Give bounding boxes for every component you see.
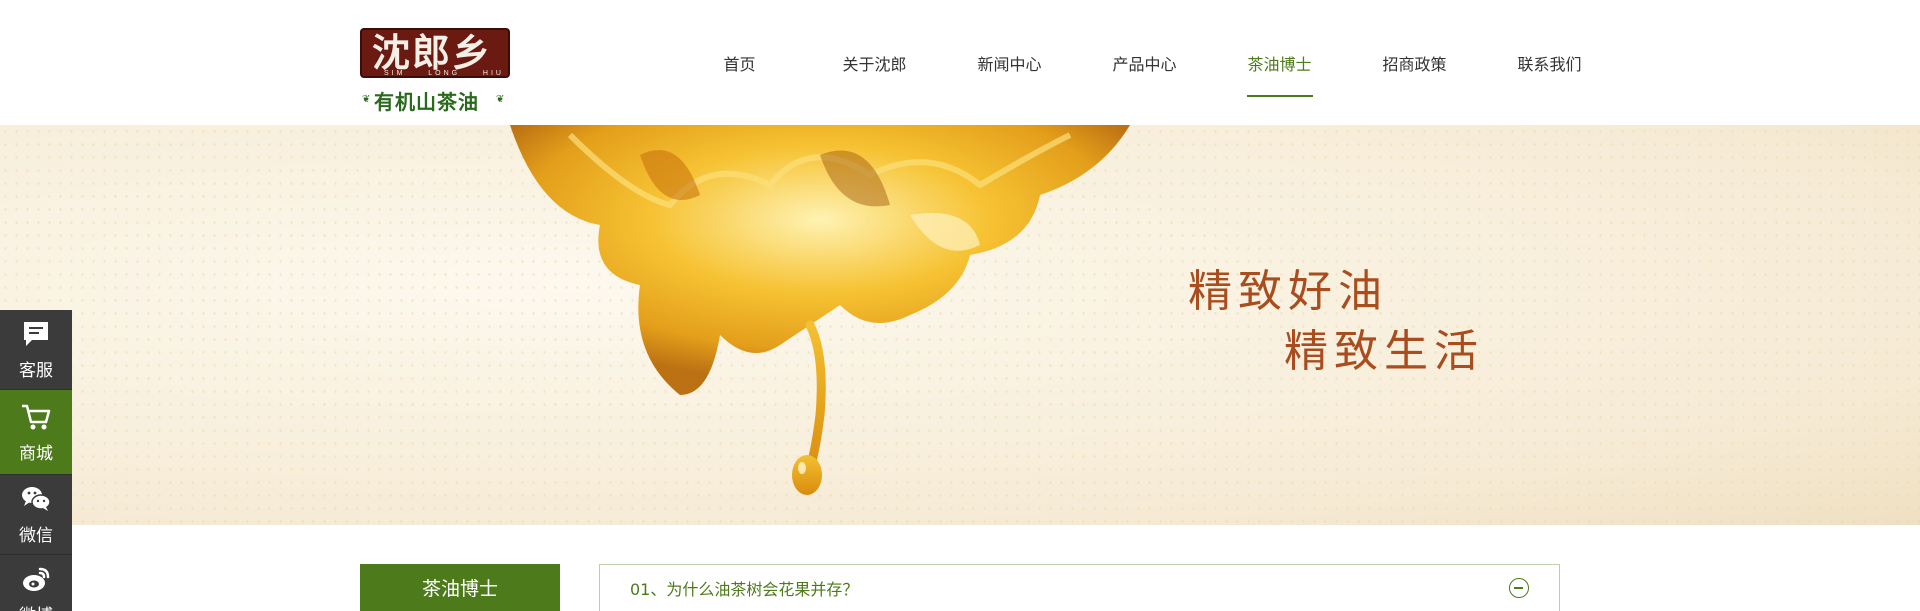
faq-question-text: 01、为什么油茶树会花果并存？ [630,580,859,599]
collapse-minus-icon[interactable] [1509,578,1529,598]
site-header: 沈郎乡 SIM LONG HIU ❦ 有机山茶油 ❦ 首页 关于沈郎 新闻中心 … [0,0,1920,125]
leaf-ornament-icon: ❦ [496,94,505,105]
nav-item-contact[interactable]: 联系我们 [1482,0,1617,125]
nav-item-products[interactable]: 产品中心 [1077,0,1212,125]
floating-contact-bar: 客服 商城 微信 微博 [0,310,72,611]
brand-logo[interactable]: 沈郎乡 SIM LONG HIU ❦ 有机山茶油 ❦ [360,24,512,114]
customer-service-button[interactable]: 客服 [0,310,72,390]
wechat-button[interactable]: 微信 [0,475,72,555]
faq-question[interactable]: 01、为什么油茶树会花果并存？ [599,564,1560,611]
hero-banner: 精致好油 精致生活 [0,125,1920,525]
banner-slogan-line2: 精致生活 [1284,326,1484,377]
nav-item-news[interactable]: 新闻中心 [942,0,1077,125]
nav-item-investment[interactable]: 招商政策 [1347,0,1482,125]
logo-pinyin: SIM LONG HIU [384,70,504,77]
shop-label: 商城 [19,443,53,464]
nav-item-home[interactable]: 首页 [672,0,807,125]
weibo-button[interactable]: 微博 [0,555,72,611]
cart-icon [22,404,51,429]
leaf-ornament-icon: ❦ [362,94,371,105]
shop-button[interactable]: 商城 [0,390,72,475]
banner-slogan-line1: 精致好油 [1188,266,1388,317]
logo-subtitle: 有机山茶油 [374,90,479,114]
weibo-icon [23,567,50,591]
nav-item-tea-oil-doctor[interactable]: 茶油博士 [1212,0,1347,125]
customer-service-label: 客服 [19,361,53,381]
nav-item-about[interactable]: 关于沈郎 [807,0,942,125]
oil-flower-illustration [510,125,1130,495]
wechat-icon [22,487,51,511]
logo-pinyin-2: LONG [428,70,461,77]
logo-pinyin-1: SIM [384,70,406,77]
main-nav: 首页 关于沈郎 新闻中心 产品中心 茶油博士 招商政策 联系我们 [672,0,1617,125]
section-sidebar-title[interactable]: 茶油博士 [360,564,560,611]
logo-plate: 沈郎乡 SIM LONG HIU [360,28,510,78]
logo-pinyin-3: HIU [482,70,504,77]
weibo-label: 微博 [19,601,53,611]
wechat-label: 微信 [19,526,53,546]
chat-icon [24,322,48,346]
